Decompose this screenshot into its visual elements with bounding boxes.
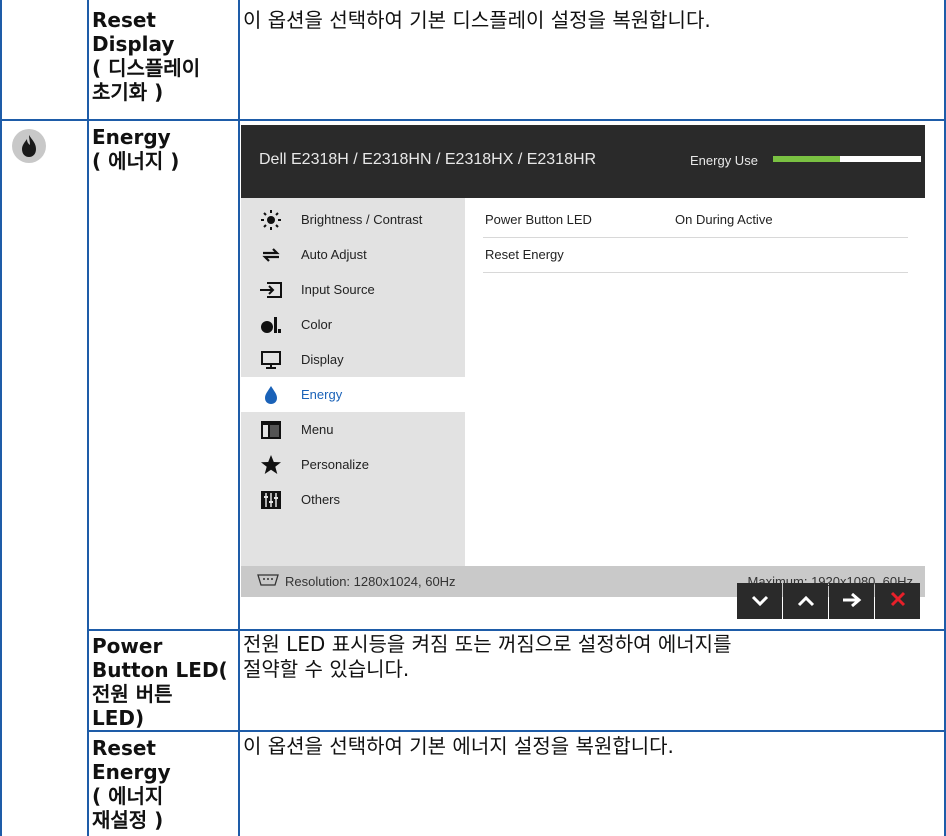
osd-header: Dell E2318H / E2318HN / E2318HX / E2318H… [241,125,925,198]
desc-power-button-led: 전원 LED 표시등을 켜짐 또는 꺼짐으로 설정하여 에너지를 절약할 수 있… [243,632,732,681]
menu-item-brightness-contrast[interactable]: Brightness / Contrast [241,202,465,237]
arrow-right-icon [842,592,862,611]
display-monitor-icon [241,350,301,370]
nav-up-button[interactable] [783,583,828,619]
others-sliders-icon [241,490,301,510]
close-x-icon [890,591,906,611]
setting-row-power-button-led[interactable]: Power Button LED On During Active [483,202,908,238]
menu-item-energy[interactable]: Energy [241,377,465,412]
energy-flame-icon [12,129,46,163]
nav-enter-button[interactable] [829,583,874,619]
menu-item-menu[interactable]: Menu [241,412,465,447]
table-border-col2 [238,0,240,836]
energy-use-meter [773,156,921,162]
table-row-border [87,730,946,732]
nav-down-button[interactable] [737,583,782,619]
color-icon [241,315,301,335]
menu-item-others[interactable]: Others [241,482,465,517]
menu-item-auto-adjust[interactable]: Auto Adjust [241,237,465,272]
table-row-border [87,629,946,631]
table-border-left [0,0,2,836]
desc-reset-energy: 이 옵션을 선택하여 기본 에너지 설정을 복원합니다. [243,734,674,758]
osd-menu-screenshot: Dell E2318H / E2318HN / E2318HX / E2318H… [241,125,925,625]
osd-model-title: Dell E2318H / E2318HN / E2318HX / E2318H… [259,151,597,168]
input-source-icon [241,281,301,299]
resolution-text: Resolution: 1280x1024, 60Hz [285,574,456,589]
star-icon [241,454,301,476]
energy-use-fill [773,156,840,162]
chevron-down-icon [751,592,769,611]
table-row-border [0,119,946,121]
menu-item-input-source[interactable]: Input Source [241,272,465,307]
term-reset-energy: Reset Energy ( 에너지 재설정 ) [92,736,171,832]
term-power-button-led: Power Button LED( 전원 버튼 LED) [92,634,228,730]
energy-use-label: Energy Use [690,153,758,168]
osd-sidebar: Brightness / Contrast Auto Adjust Input … [241,198,465,566]
menu-window-icon [241,420,301,440]
auto-adjust-icon [241,245,301,265]
osd-settings-panel: Power Button LED On During Active Reset … [465,198,925,566]
term-energy: Energy ( 에너지 ) [92,125,180,173]
term-reset-display: Reset Display ( 디스플레이 초기화 ) [92,8,201,104]
setting-row-reset-energy[interactable]: Reset Energy [483,237,908,273]
menu-item-display[interactable]: Display [241,342,465,377]
energy-drop-icon [241,385,301,405]
desc-reset-display: 이 옵션을 선택하여 기본 디스플레이 설정을 복원합니다. [243,8,711,32]
nav-exit-button[interactable] [875,583,920,619]
table-border-col1 [87,0,89,836]
brightness-sun-icon [241,209,301,231]
menu-item-personalize[interactable]: Personalize [241,447,465,482]
menu-item-color[interactable]: Color [241,307,465,342]
chevron-up-icon [797,592,815,611]
connector-icon [255,574,281,589]
